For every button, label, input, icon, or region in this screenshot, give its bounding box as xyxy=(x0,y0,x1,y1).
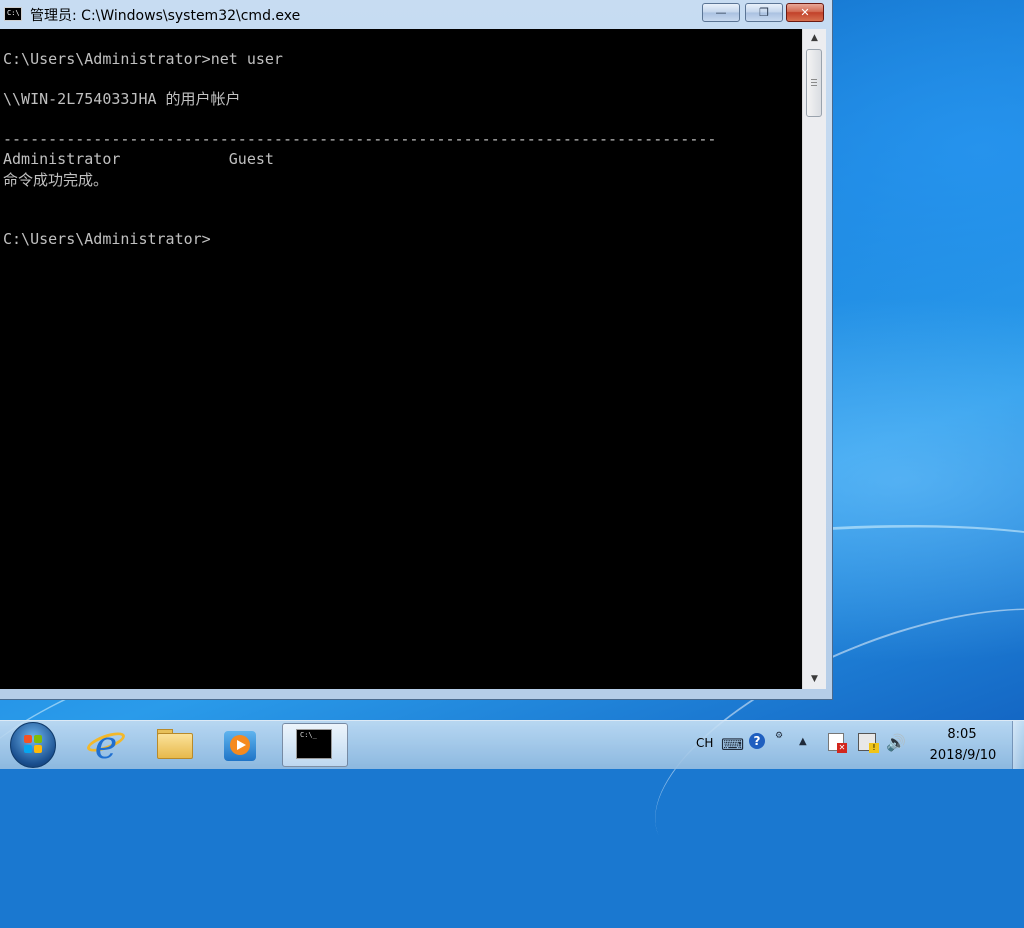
windows-flag-icon xyxy=(34,745,42,753)
keyboard-icon[interactable]: ⌨ xyxy=(721,735,744,754)
help-icon[interactable]: ? xyxy=(749,733,765,749)
minimize-button[interactable]: — xyxy=(702,3,740,22)
windows-flag-icon xyxy=(24,735,32,743)
console-line-users: Administrator Guest xyxy=(3,150,274,168)
console-line-prompt: C:\Users\Administrator> xyxy=(3,230,211,248)
console-line-command: C:\Users\Administrator>net user xyxy=(3,50,283,68)
show-desktop-button[interactable] xyxy=(1012,721,1024,769)
console-line-header: \\WIN-2L754033JHA 的用户帐户 xyxy=(3,90,241,108)
scroll-up-arrow[interactable]: ▲ xyxy=(806,30,823,47)
windows-flag-icon xyxy=(34,735,42,743)
cmd-window[interactable]: C:\ 管理员: C:\Windows\system32\cmd.exe — ❐… xyxy=(0,0,833,700)
maximize-button[interactable]: ❐ xyxy=(745,3,783,22)
taskbar: e C:\_ CH ⌨ ? ⚙ ▲ ✕ ! 🔊 8:05 2018/9/10 xyxy=(0,720,1024,769)
clock-date[interactable]: 2018/9/10 xyxy=(920,748,1006,763)
ime-options-icon[interactable]: ⚙ xyxy=(775,731,783,741)
scroll-grip-line xyxy=(811,79,817,80)
command-prompt-icon[interactable]: C:\_ xyxy=(296,729,332,759)
error-badge-icon: ✕ xyxy=(837,743,847,753)
scroll-thumb[interactable] xyxy=(806,49,822,117)
windows-flag-icon xyxy=(24,745,32,753)
volume-icon[interactable]: 🔊 xyxy=(886,733,906,752)
warning-badge-icon: ! xyxy=(869,743,879,753)
close-button[interactable]: ✕ xyxy=(786,3,824,22)
scroll-grip-line xyxy=(811,82,817,83)
show-hidden-icons-arrow[interactable]: ▲ xyxy=(799,736,807,747)
start-button[interactable] xyxy=(10,722,56,768)
play-icon xyxy=(237,740,246,750)
title-bar[interactable]: C:\ 管理员: C:\Windows\system32\cmd.exe — ❐… xyxy=(0,0,833,29)
folder-icon[interactable] xyxy=(157,733,193,759)
window-title: 管理员: C:\Windows\system32\cmd.exe xyxy=(30,8,301,24)
clock-time[interactable]: 8:05 xyxy=(932,727,992,742)
vertical-scrollbar[interactable]: ▲ ▼ xyxy=(802,29,826,689)
internet-explorer-icon[interactable]: e xyxy=(89,726,123,764)
scroll-down-arrow[interactable]: ▼ xyxy=(806,671,823,688)
console-output[interactable]: C:\Users\Administrator>net user \\WIN-2L… xyxy=(0,29,802,689)
scroll-grip-line xyxy=(811,85,817,86)
console-line-separator: ----------------------------------------… xyxy=(3,130,717,148)
cmd-icon[interactable]: C:\ xyxy=(4,7,22,21)
language-indicator[interactable]: CH xyxy=(696,736,713,750)
console-line-success: 命令成功完成。 xyxy=(3,171,109,189)
